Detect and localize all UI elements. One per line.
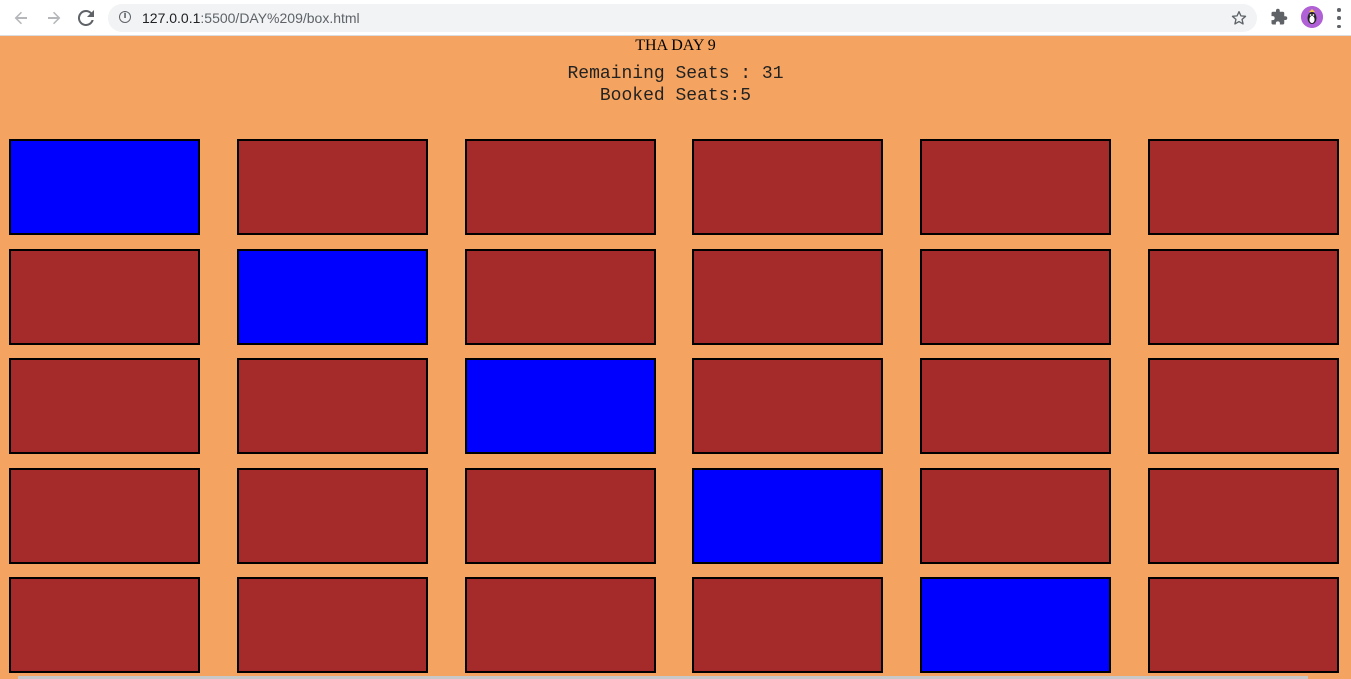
seat-available[interactable] xyxy=(1147,467,1339,564)
seat-grid xyxy=(9,139,1339,673)
seat-available[interactable] xyxy=(236,358,428,454)
url-path: :5500/DAY%209/box.html xyxy=(200,10,360,26)
seat-available[interactable] xyxy=(1147,139,1339,235)
seat-available[interactable] xyxy=(692,358,884,454)
seat-available[interactable] xyxy=(464,248,656,345)
seat-booked[interactable] xyxy=(9,139,200,235)
seat-available[interactable] xyxy=(9,467,200,564)
remaining-seats-label: Remaining Seats : 31 xyxy=(567,64,784,84)
forward-arrow-icon[interactable] xyxy=(42,6,66,30)
seat-available[interactable] xyxy=(692,248,884,345)
seat-available[interactable] xyxy=(464,467,656,564)
seat-booked[interactable] xyxy=(464,358,656,454)
back-arrow-icon[interactable] xyxy=(9,6,33,30)
seat-available[interactable] xyxy=(1147,577,1339,673)
seat-available[interactable] xyxy=(9,577,200,673)
seat-available[interactable] xyxy=(920,248,1112,345)
seat-available[interactable] xyxy=(464,577,656,673)
page-content: THA DAY 9 Remaining Seats : 31 Booked Se… xyxy=(0,36,1351,679)
url-host: 127.0.0.1 xyxy=(142,10,201,26)
seat-available[interactable] xyxy=(9,358,200,454)
seat-available[interactable] xyxy=(236,577,428,673)
avatar[interactable] xyxy=(1301,6,1323,28)
info-icon[interactable]: i xyxy=(119,11,131,23)
seat-booked[interactable] xyxy=(236,248,428,345)
seat-available[interactable] xyxy=(920,139,1112,235)
seat-available[interactable] xyxy=(692,139,884,235)
seat-booked[interactable] xyxy=(920,577,1112,673)
seat-available[interactable] xyxy=(236,139,428,235)
address-bar[interactable]: i 127.0.0.1:5500/DAY%209/box.html xyxy=(108,4,1257,32)
seat-available[interactable] xyxy=(1147,358,1339,454)
seat-available[interactable] xyxy=(920,467,1112,564)
seat-available[interactable] xyxy=(1147,248,1339,345)
seat-available[interactable] xyxy=(692,577,884,673)
seat-available[interactable] xyxy=(920,358,1112,454)
kebab-menu-icon[interactable] xyxy=(1336,8,1342,28)
puzzle-icon[interactable] xyxy=(1270,8,1288,26)
seat-available[interactable] xyxy=(464,139,656,235)
page-title: THA DAY 9 xyxy=(635,37,716,54)
browser-toolbar: i 127.0.0.1:5500/DAY%209/box.html xyxy=(0,0,1351,36)
url-text[interactable]: 127.0.0.1:5500/DAY%209/box.html xyxy=(142,10,360,26)
seat-booked[interactable] xyxy=(692,467,884,564)
booked-seats-label: Booked Seats:5 xyxy=(599,86,752,106)
seat-available[interactable] xyxy=(236,467,428,564)
seat-stats: Remaining Seats : 31 Booked Seats:5 xyxy=(0,63,1351,107)
star-icon[interactable] xyxy=(1231,7,1247,31)
seat-available[interactable] xyxy=(9,248,200,345)
reload-icon[interactable] xyxy=(74,6,98,30)
